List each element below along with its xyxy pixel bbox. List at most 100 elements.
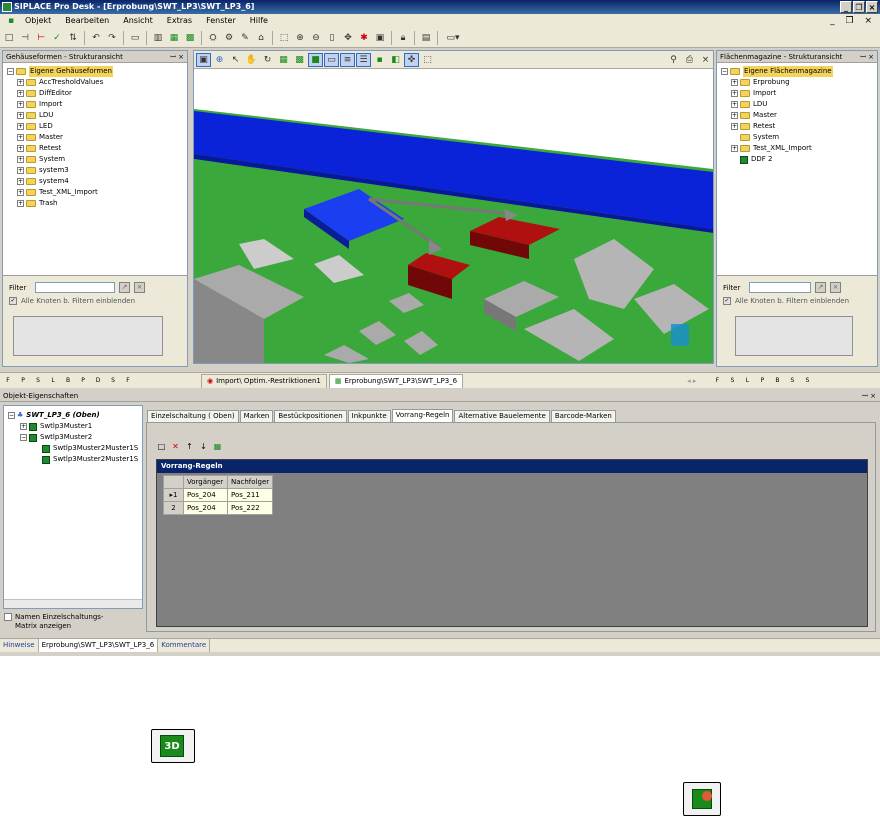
menu-objekt[interactable]: Objekt (18, 14, 58, 28)
mdi-window-buttons[interactable]: _ ❐ × (830, 14, 876, 28)
menu-fenster[interactable]: Fenster (199, 14, 243, 28)
fit-view-icon[interactable]: ▣ (196, 52, 211, 67)
filter-clear-button[interactable]: × (830, 282, 841, 293)
filter-apply-button[interactable]: ↗ (119, 282, 130, 293)
new-icon[interactable]: □ (2, 31, 16, 45)
tool-icon-p2[interactable]: P (76, 375, 90, 387)
tab-barcode-marken[interactable]: Barcode-Marken (550, 410, 616, 422)
filter-input[interactable] (35, 282, 115, 293)
layer-text-icon[interactable]: ☰ (356, 52, 371, 67)
menu-ansicht[interactable]: Ansicht (116, 14, 160, 28)
tab-inkpunkte[interactable]: Inkpunkte (347, 410, 391, 422)
target-icon[interactable]: ✱ (357, 31, 371, 45)
tree-item[interactable]: + Erprobung (721, 77, 877, 88)
tree-item[interactable]: + system3 (7, 165, 187, 176)
zoom-out-icon[interactable]: ⊖ (309, 31, 323, 45)
restore-button[interactable]: ❐ (853, 1, 865, 13)
tool-icon-rs[interactable]: S (725, 375, 739, 387)
tool-icon-rf[interactable]: F (710, 375, 724, 387)
tree-root[interactable]: − ♣ SWT_LP3_6 (Oben) (8, 410, 142, 421)
add-row-icon[interactable]: □ (156, 441, 167, 452)
pin-icon[interactable]: ꟷ × (170, 51, 184, 63)
close-viewer-icon[interactable]: × (698, 53, 713, 67)
pan-icon[interactable]: ✥ (341, 31, 355, 45)
layer-green-icon[interactable]: ■ (308, 52, 323, 67)
layer-outline-icon[interactable]: ▭ (324, 52, 339, 67)
filter-input[interactable] (749, 282, 811, 293)
cell-vorgaenger[interactable]: Pos_204 (183, 501, 228, 515)
zoom-in-icon[interactable]: ⊕ (293, 31, 307, 45)
tree-item[interactable]: + Import (7, 99, 187, 110)
tab-hinweise[interactable]: Hinweise (0, 639, 39, 652)
board-edit-icon[interactable]: ▩ (183, 31, 197, 45)
undo-icon[interactable]: ↶ (89, 31, 103, 45)
tool-icon-p[interactable]: P (16, 375, 30, 387)
layer-marks-icon[interactable]: ◧ (388, 53, 403, 67)
tree-item[interactable]: + Master (7, 132, 187, 143)
center-icon[interactable]: ⊕ (212, 53, 227, 67)
tree-item[interactable]: Swtlp3Muster2Muster1S (8, 454, 142, 465)
row-number[interactable]: 2 (163, 501, 184, 515)
tree-item[interactable]: + Master (721, 110, 877, 121)
tree-item[interactable]: + AccTresholdValues (7, 77, 187, 88)
matrix-names-checkbox[interactable] (4, 613, 12, 621)
tab-scroll-icon[interactable]: ◂ ▸ (687, 377, 696, 385)
row-number[interactable]: ▸1 (163, 488, 184, 502)
3d-icon[interactable]: ⬚ (420, 53, 435, 67)
tab-vorrang-regeln[interactable]: Vorrang-Regeln (391, 409, 454, 422)
magnifier-icon[interactable]: ⚲ (666, 53, 681, 67)
select-icon[interactable]: ⬚ (277, 31, 291, 45)
tree-item[interactable]: − Swtlp3Muster2 (8, 432, 142, 443)
column-header-nachfolger[interactable]: Nachfolger (226, 475, 274, 489)
tab-bestueckpositionen[interactable]: Bestückpositionen (274, 410, 347, 422)
move-down-icon[interactable]: ↓ (198, 441, 209, 452)
tool-icon-rl[interactable]: L (740, 375, 754, 387)
tree-item[interactable]: + LDU (7, 110, 187, 121)
rotate-icon[interactable]: ↻ (260, 53, 275, 67)
tree-item[interactable]: + LED (7, 121, 187, 132)
tool-icon-s2[interactable]: S (106, 375, 120, 387)
component-view-icon[interactable]: ▩ (292, 53, 307, 67)
table-row[interactable]: 2 Pos_204 Pos_222 (163, 501, 274, 515)
tab-kommentare[interactable]: Kommentare (158, 639, 211, 652)
menu-bearbeiten[interactable]: Bearbeiten (58, 14, 116, 28)
tool-icon-f2[interactable]: F (121, 375, 135, 387)
minimize-button[interactable]: _ (840, 1, 852, 13)
tree-item[interactable]: + Retest (7, 143, 187, 154)
tab-alternative-bauelemente[interactable]: Alternative Bauelemente (454, 410, 550, 422)
delete-row-icon[interactable]: ✕ (170, 441, 181, 452)
list-icon[interactable]: ▤ (419, 31, 433, 45)
layer-origin-icon[interactable]: ✜ (404, 52, 419, 67)
machine-icon[interactable]: ⌂ (254, 31, 268, 45)
tree-item[interactable]: Swtlp3Muster2Muster1S (8, 443, 142, 454)
window-icon[interactable]: ▭ (128, 31, 142, 45)
feeder-icon[interactable]: ⛭ (206, 31, 220, 45)
tree-root[interactable]: − Eigene Flächenmagazine (721, 66, 877, 77)
tree-item[interactable]: + LDU (721, 99, 877, 110)
filter-apply-button[interactable]: ↗ (815, 282, 826, 293)
tree-item[interactable]: + Swtlp3Muster1 (8, 421, 142, 432)
pin-icon[interactable]: ꟷ × (862, 390, 876, 402)
tool-icon-rs2[interactable]: S (785, 375, 799, 387)
column-header-vorgaenger[interactable]: Vorgänger (183, 475, 228, 489)
app-menu-icon[interactable]: ▪ (4, 14, 18, 28)
frame-icon[interactable]: ▣ (373, 31, 387, 45)
hand-icon[interactable]: ✋ (244, 53, 259, 67)
redo-icon[interactable]: ↷ (105, 31, 119, 45)
sort-icon[interactable]: ⇅ (66, 31, 80, 45)
tab-current-document[interactable]: Erprobung\SWT_LP3\SWT_LP3_6 (38, 639, 159, 652)
tree-root[interactable]: − Eigene Gehäuseformen (7, 66, 187, 77)
table-row[interactable]: ▸1 Pos_204 Pos_211 (163, 488, 274, 502)
tree-item[interactable]: + DiffEditor (7, 88, 187, 99)
board-view-icon[interactable]: ▦ (276, 53, 291, 67)
tool-icon[interactable]: ✎ (238, 31, 252, 45)
tree-item[interactable]: System (721, 132, 877, 143)
tool-icon-f[interactable]: F (1, 375, 15, 387)
tool-icon-b[interactable]: B (61, 375, 75, 387)
layout-icon[interactable]: ▥ (151, 31, 165, 45)
remove-icon[interactable]: ⊢ (34, 31, 48, 45)
tool-icon-rs3[interactable]: S (800, 375, 814, 387)
doc-tab-erprobung[interactable]: ▦ Erprobung\SWT_LP3\SWT_LP3_6 (328, 373, 464, 388)
tool-icon-rb[interactable]: B (770, 375, 784, 387)
tool-icon-d[interactable]: D (91, 375, 105, 387)
